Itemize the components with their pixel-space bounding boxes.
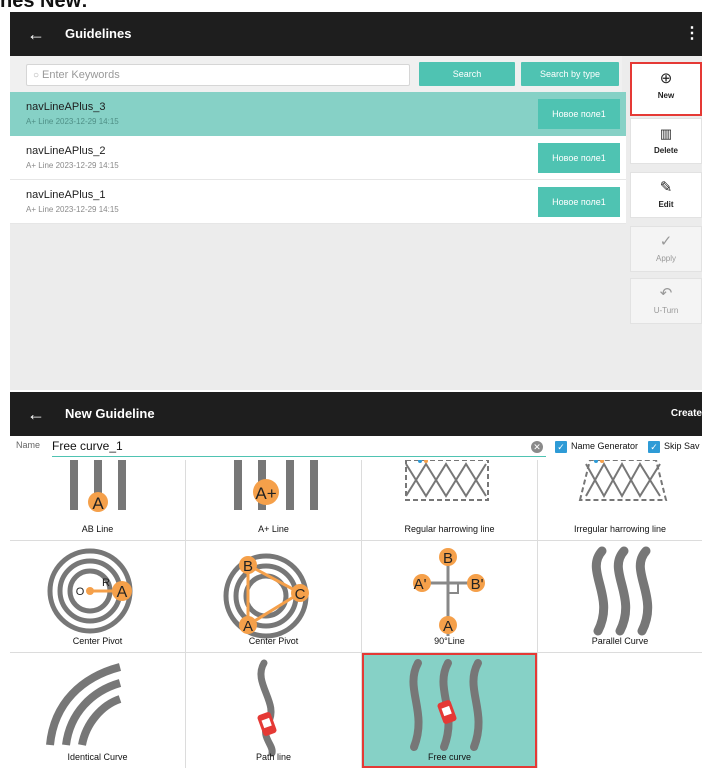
trash-icon: ▥ xyxy=(659,126,673,141)
search-input[interactable]: ○ Enter Keywords xyxy=(26,64,410,86)
tile-free-curve[interactable]: Free curve xyxy=(362,653,537,768)
tile-ab-line[interactable]: A AB Line xyxy=(10,460,185,540)
search-bar: ○ Enter Keywords Search Search by type xyxy=(10,56,622,92)
item-meta: A+ Line 2023-12-29 14:15 xyxy=(26,161,119,170)
delete-button[interactable]: ▥ Delete xyxy=(630,118,702,164)
edit-icon: ✎ xyxy=(659,179,673,196)
page-title: Guidelines xyxy=(65,26,132,41)
more-vertical-icon[interactable]: ⋮ xyxy=(684,20,700,48)
marker-r: R xyxy=(102,577,110,589)
item-name: navLineAPlus_2 xyxy=(26,145,106,157)
marker-a: A xyxy=(443,618,453,635)
new-guideline-screen: ← New Guideline Create Name Free curve_1… xyxy=(10,392,702,768)
apply-label: Apply xyxy=(655,254,676,263)
tile-center-pivot-radius[interactable]: O R A Center Pivot xyxy=(10,541,185,652)
create-button[interactable]: Create xyxy=(671,392,702,436)
search-placeholder: Enter Keywords xyxy=(42,69,120,81)
tile-label: Regular harrowing line xyxy=(404,524,495,534)
app-bar: ← New Guideline Create xyxy=(10,392,702,436)
tile-label: Identical Curve xyxy=(67,752,128,762)
apply-button[interactable]: ✓ Apply xyxy=(630,226,702,272)
marker-b: B xyxy=(243,558,253,575)
tile-empty xyxy=(538,653,702,768)
delete-label: Delete xyxy=(653,146,678,155)
arrow-left-icon[interactable]: ← xyxy=(22,20,50,48)
guideline-list: navLineAPlus_3 A+ Line 2023-12-29 14:15 … xyxy=(10,92,626,224)
u-turn-icon: ↶ xyxy=(659,285,673,302)
name-bar: Name Free curve_1 ✕ ✓ Name Generator ✓ S… xyxy=(10,436,702,460)
item-meta: A+ Line 2023-12-29 14:15 xyxy=(26,117,119,126)
field-tag[interactable]: Новое поле1 xyxy=(538,187,620,217)
tile-parallel-curve[interactable]: Parallel Curve xyxy=(538,541,702,652)
tile-path-line[interactable]: Path line xyxy=(186,653,361,768)
list-item[interactable]: navLineAPlus_3 A+ Line 2023-12-29 14:15 … xyxy=(10,92,626,136)
marker-b-prime: B' xyxy=(471,576,484,593)
caption-text: nes New: xyxy=(0,0,88,12)
item-meta: A+ Line 2023-12-29 14:15 xyxy=(26,205,119,214)
field-tag[interactable]: Новое поле1 xyxy=(538,99,620,129)
marker-a-plus: A+ xyxy=(255,484,276,503)
marker-o: O xyxy=(76,586,85,598)
name-generator-checkbox[interactable]: ✓ xyxy=(555,441,567,453)
page-title: New Guideline xyxy=(65,406,155,421)
guideline-type-grid: A AB Line A+ A+ Line Regular harrowing l… xyxy=(10,460,702,768)
search-by-type-button[interactable]: Search by type xyxy=(521,62,619,86)
tile-90-line[interactable]: B A' B' A 90°Line xyxy=(362,541,537,652)
tile-label: AB Line xyxy=(81,524,114,534)
app-bar: ← Guidelines ⋮ xyxy=(10,12,702,56)
tile-identical-curve[interactable]: Identical Curve xyxy=(10,653,185,768)
guidelines-screen: ← Guidelines ⋮ ○ Enter Keywords Search Se… xyxy=(10,12,702,390)
list-item[interactable]: navLineAPlus_1 A+ Line 2023-12-29 14:15 … xyxy=(10,180,626,224)
tile-label: Parallel Curve xyxy=(591,636,649,646)
tile-label: Center Pivot xyxy=(248,636,299,646)
arrow-left-icon[interactable]: ← xyxy=(22,400,50,428)
plus-circle-icon: ⊕ xyxy=(659,70,673,87)
tile-label: Free curve xyxy=(427,752,471,762)
marker-a-prime: A' xyxy=(414,576,427,593)
name-label: Name xyxy=(16,440,41,450)
tile-label: 90°Line xyxy=(434,636,465,646)
new-label: New xyxy=(657,91,675,100)
caption: nes New: xyxy=(0,0,702,12)
name-generator-label: Name Generator xyxy=(571,441,639,451)
identical-curve-icon xyxy=(46,663,122,746)
tile-center-pivot-three-point[interactable]: B C A Center Pivot xyxy=(186,541,361,652)
edit-label: Edit xyxy=(658,200,674,209)
tile-label: A+ Line xyxy=(258,524,289,534)
tile-label: Path line xyxy=(255,752,292,762)
tile-label: Irregular harrowing line xyxy=(573,524,667,534)
tile-regular-harrowing-line[interactable]: Regular harrowing line xyxy=(362,460,537,540)
tile-label: Center Pivot xyxy=(72,636,123,646)
list-item[interactable]: navLineAPlus_2 A+ Line 2023-12-29 14:15 … xyxy=(10,136,626,180)
item-name: navLineAPlus_1 xyxy=(26,189,106,201)
marker-a: A xyxy=(92,494,104,513)
search-button[interactable]: Search xyxy=(419,62,515,86)
free-curve-icon xyxy=(409,659,483,751)
marker-c: C xyxy=(295,586,306,603)
check-icon: ✓ xyxy=(659,233,673,250)
marker-b: B xyxy=(443,550,453,567)
marker-a: A xyxy=(243,618,253,635)
search-icon: ○ xyxy=(33,70,40,81)
u-turn-label: U-Turn xyxy=(653,306,679,315)
name-field[interactable]: Free curve_1 xyxy=(52,438,546,457)
edit-button[interactable]: ✎ Edit xyxy=(630,172,702,218)
tile-a-plus-line[interactable]: A+ A+ Line xyxy=(186,460,361,540)
field-tag[interactable]: Новое поле1 xyxy=(538,143,620,173)
tile-irregular-harrowing-line[interactable]: Irregular harrowing line xyxy=(538,460,702,540)
u-turn-button[interactable]: ↶ U-Turn xyxy=(630,278,702,324)
item-name: navLineAPlus_3 xyxy=(26,101,106,113)
skip-save-label: Skip Sav xyxy=(664,441,700,451)
clear-icon[interactable]: ✕ xyxy=(531,441,543,453)
skip-save-checkbox[interactable]: ✓ xyxy=(648,441,660,453)
new-button[interactable]: ⊕ New xyxy=(630,62,702,116)
path-line-icon xyxy=(257,659,277,757)
marker-a: A xyxy=(117,584,128,601)
